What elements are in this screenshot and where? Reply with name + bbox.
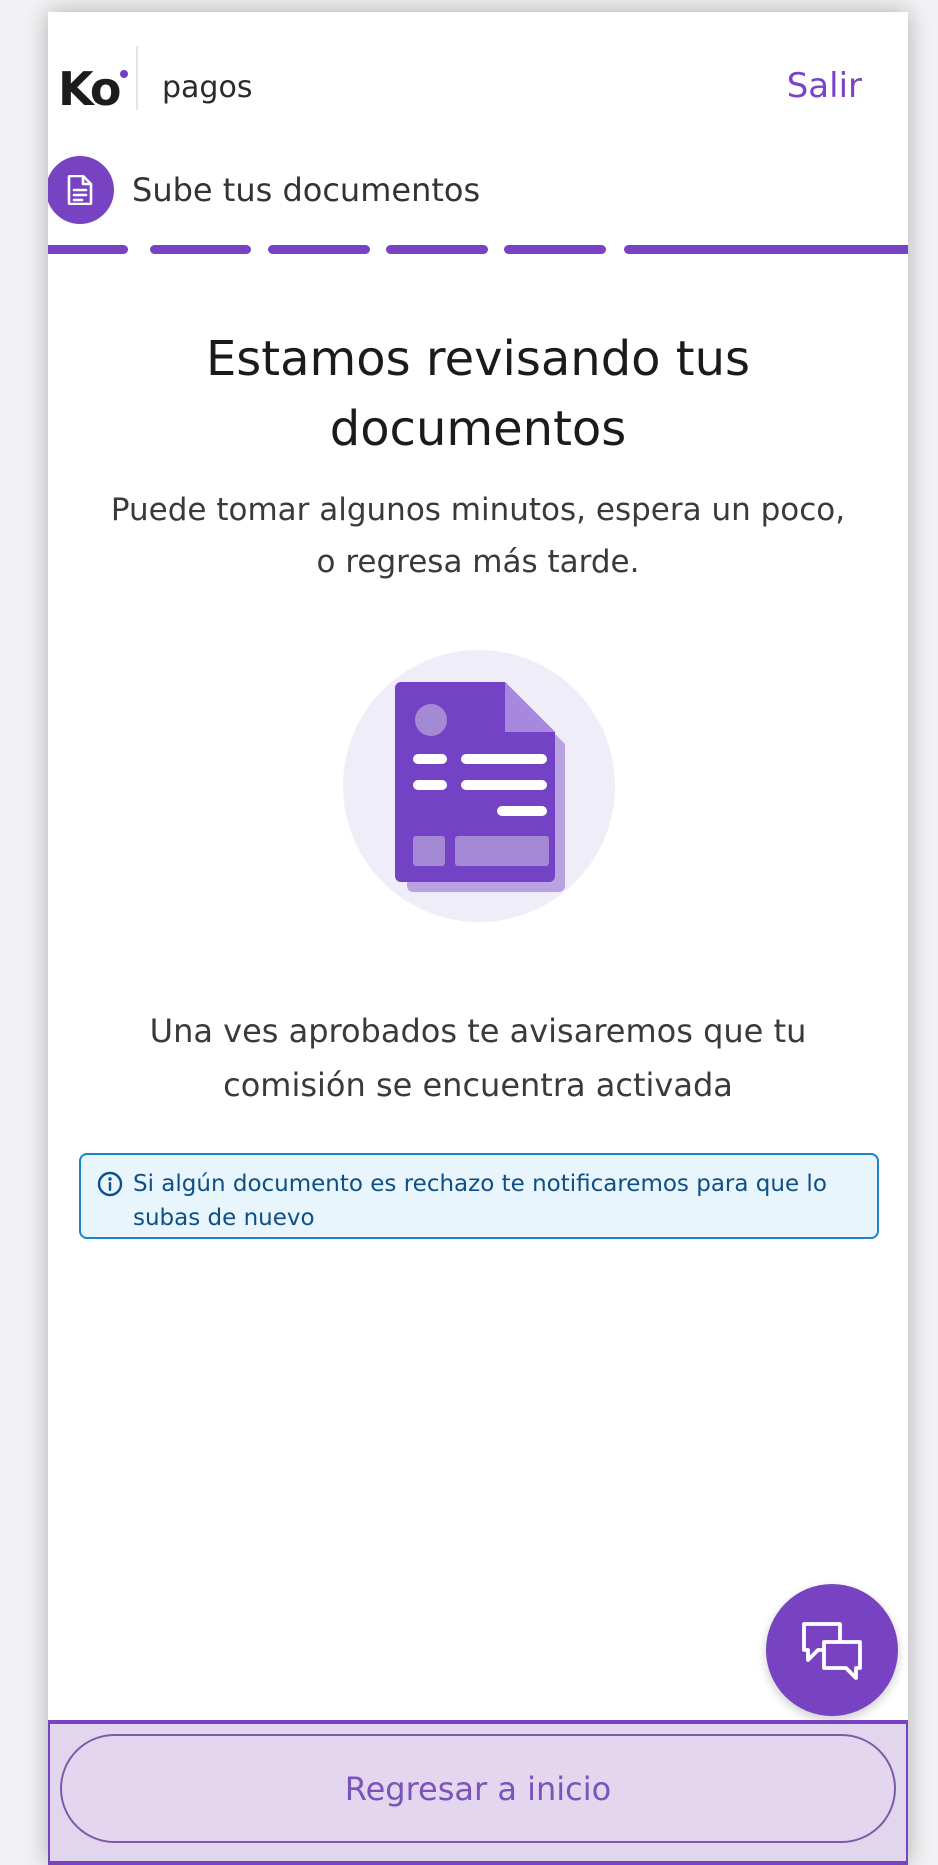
chat-button[interactable] bbox=[766, 1584, 898, 1716]
page-title-line1: Estamos revisando tus bbox=[205, 331, 751, 387]
info-icon bbox=[97, 1171, 123, 1197]
document-review-icon bbox=[343, 650, 615, 922]
chat-icon bbox=[802, 1622, 862, 1680]
page-subtitle: Puede tomar algunos minutos, espera un p… bbox=[78, 484, 878, 588]
progress-segment bbox=[48, 245, 128, 254]
app-screen: Ko pagos Salir Sube tus documentos Estam… bbox=[48, 12, 908, 1865]
approval-message: Una ves aprobados te avisaremos que tu c… bbox=[88, 1004, 868, 1112]
exit-link[interactable]: Salir bbox=[787, 60, 862, 112]
product-name: pagos bbox=[162, 70, 253, 105]
page-subtitle-line2: o regresa más tarde. bbox=[316, 544, 640, 580]
page-title: Estamos revisando tus documentos bbox=[48, 324, 908, 464]
progress-segment bbox=[386, 245, 488, 254]
step-title: Sube tus documentos bbox=[132, 171, 481, 209]
approval-message-line2: comisión se encuentra activada bbox=[223, 1066, 733, 1104]
page-title-line2: documentos bbox=[329, 401, 627, 457]
progress-segment bbox=[150, 245, 251, 254]
document-icon bbox=[67, 175, 93, 205]
home-button[interactable]: Regresar a inicio bbox=[60, 1734, 896, 1843]
header-divider bbox=[136, 46, 138, 110]
progress-segment bbox=[504, 245, 606, 254]
info-alert-text: Si algún documento es rechazo te notific… bbox=[133, 1171, 827, 1231]
page-subtitle-line1: Puede tomar algunos minutos, espera un p… bbox=[110, 492, 846, 528]
ko-logo: Ko bbox=[58, 62, 128, 116]
footer-bar: Regresar a inicio bbox=[48, 1720, 908, 1865]
progress-segment bbox=[624, 245, 908, 254]
step-badge bbox=[48, 156, 114, 224]
approval-message-line1: Una ves aprobados te avisaremos que tu bbox=[149, 1012, 807, 1050]
step-progress bbox=[48, 245, 908, 255]
progress-segment bbox=[268, 245, 370, 254]
info-alert: Si algún documento es rechazo te notific… bbox=[79, 1153, 879, 1239]
logo-dot bbox=[120, 70, 128, 78]
logo-text: Ko bbox=[58, 62, 121, 116]
